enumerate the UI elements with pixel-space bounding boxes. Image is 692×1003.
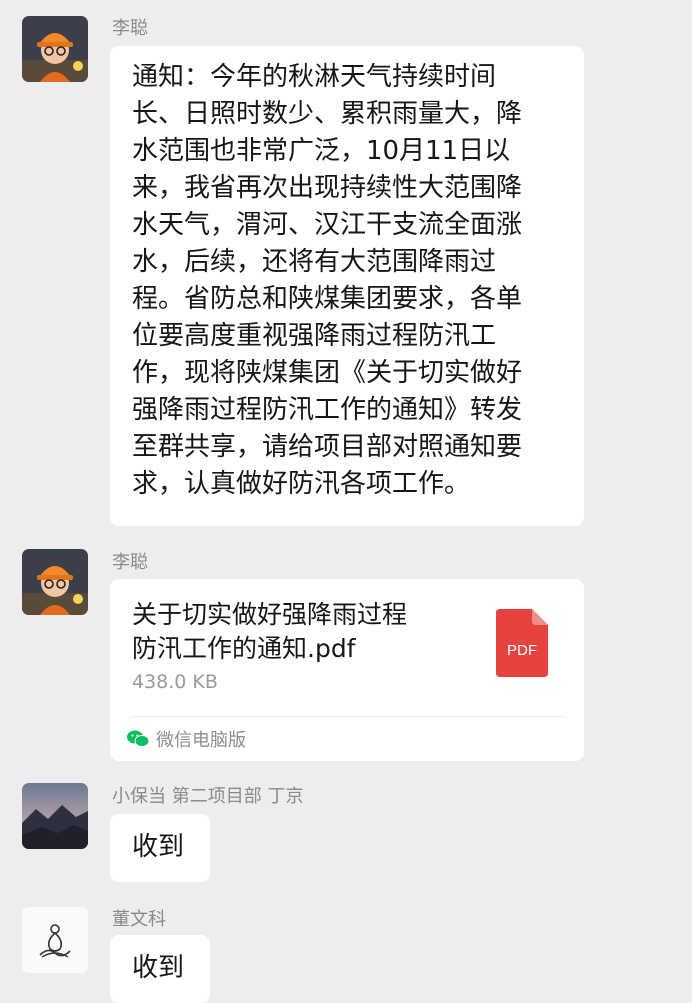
- message-bubble[interactable]: 收到: [110, 935, 210, 1003]
- cartoon-engineer-icon: [22, 16, 88, 82]
- wechat-icon: [127, 730, 150, 747]
- sender-name: 李聪: [112, 552, 148, 573]
- message-text: 收到: [132, 832, 185, 862]
- message-text: 通知：今年的秋淋天气持续时间 长、日照时数少、累积雨量大，降 水范围也非常广泛，…: [132, 62, 523, 499]
- avatar[interactable]: [22, 549, 88, 615]
- message-bubble[interactable]: 收到: [110, 814, 210, 882]
- file-bubble[interactable]: 关于切实做好强降雨过程 防汛工作的通知.pdf 438.0 KB PDF 微信电…: [110, 579, 584, 761]
- file-name: 关于切实做好强降雨过程 防汛工作的通知.pdf: [132, 600, 408, 663]
- file-size: 438.0 KB: [132, 671, 218, 693]
- sender-name: 李聪: [112, 18, 148, 39]
- avatar[interactable]: [22, 16, 88, 82]
- avatar[interactable]: [22, 907, 88, 973]
- divider: [130, 716, 566, 717]
- pdf-badge-text: PDF: [507, 642, 537, 659]
- message-text: 收到: [132, 953, 185, 983]
- message-bubble[interactable]: 通知：今年的秋淋天气持续时间 长、日照时数少、累积雨量大，降 水范围也非常广泛，…: [110, 46, 584, 526]
- sender-name: 董文科: [112, 909, 166, 930]
- sender-name: 小保当 第二项目部 丁京: [112, 786, 304, 807]
- meditation-icon: [22, 907, 88, 973]
- file-source-label: 微信电脑版: [156, 730, 246, 751]
- avatar[interactable]: [22, 783, 88, 849]
- cartoon-engineer-icon: [22, 549, 88, 615]
- pdf-file-icon: PDF: [496, 609, 548, 677]
- landscape-icon: [22, 783, 88, 849]
- file-source: 微信电脑版: [126, 726, 246, 752]
